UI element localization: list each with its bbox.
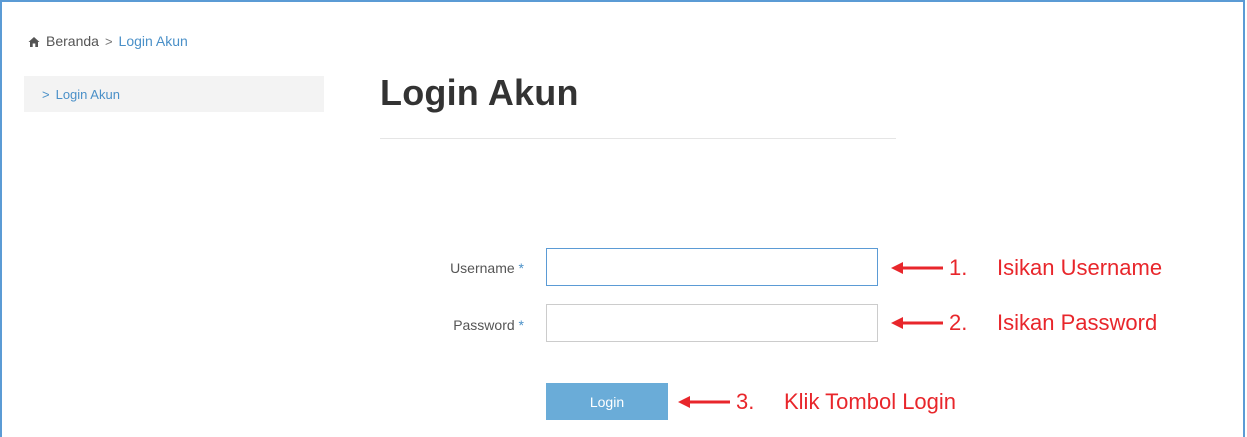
- chevron-right-icon: >: [42, 87, 50, 102]
- arrow-left-icon: [891, 262, 943, 274]
- annotation-text: Isikan Username: [997, 255, 1163, 280]
- username-field[interactable]: [546, 248, 878, 286]
- page-title: Login Akun: [380, 72, 579, 113]
- arrow-left-icon: [891, 317, 943, 329]
- home-icon[interactable]: [28, 35, 40, 47]
- arrow-left-icon: [678, 396, 730, 408]
- breadcrumb: Beranda > Login Akun: [28, 33, 188, 49]
- breadcrumb-separator: >: [104, 33, 113, 49]
- annotation-number: 1.: [949, 255, 968, 280]
- title-divider: [380, 138, 896, 139]
- username-label-text: Username: [450, 260, 515, 276]
- login-button[interactable]: Login: [546, 383, 668, 420]
- annotation-number: 2.: [949, 310, 968, 335]
- window-frame: [0, 0, 1245, 437]
- annotation-text: Isikan Password: [997, 310, 1158, 335]
- password-label: Password *: [364, 317, 524, 333]
- required-marker: *: [518, 317, 524, 333]
- required-marker: *: [518, 260, 524, 276]
- password-field[interactable]: [546, 304, 878, 342]
- breadcrumb-current[interactable]: Login Akun: [119, 33, 188, 49]
- sidebar-item-label: Login Akun: [55, 87, 120, 102]
- annotation-login: 3. Klik Tombol Login: [678, 389, 956, 415]
- breadcrumb-home[interactable]: Beranda: [46, 33, 99, 49]
- annotation-password: 2. Isikan Password: [891, 310, 1157, 336]
- sidebar-item-login-akun[interactable]: > Login Akun: [42, 87, 120, 102]
- annotation-number: 3.: [736, 389, 755, 414]
- sidebar: > Login Akun: [24, 76, 324, 112]
- username-label: Username *: [364, 260, 524, 276]
- password-label-text: Password: [453, 317, 515, 333]
- annotation-username: 1. Isikan Username: [891, 255, 1162, 281]
- annotation-text: Klik Tombol Login: [784, 389, 957, 414]
